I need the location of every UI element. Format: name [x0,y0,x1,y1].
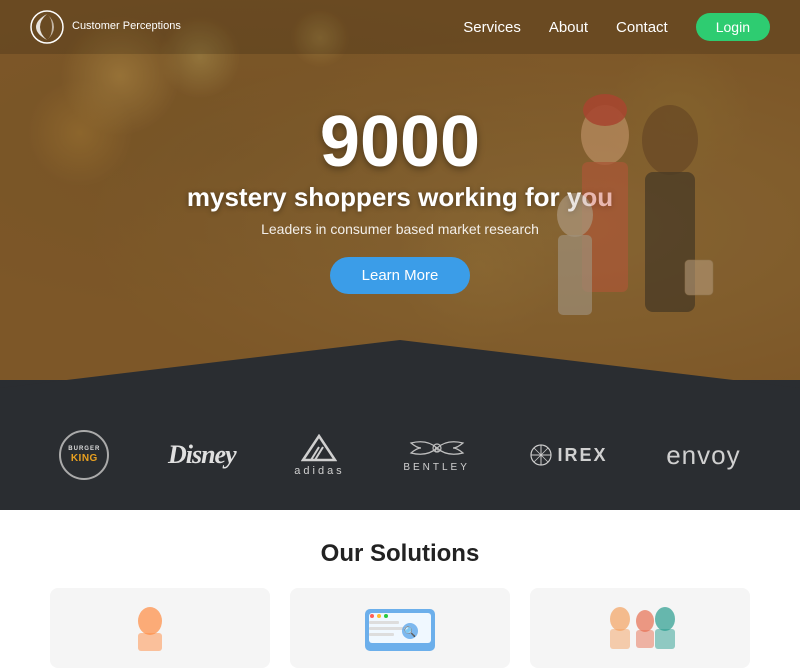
disney-logo: Disney [168,440,236,470]
login-button[interactable]: Login [696,13,770,41]
brand-adidas: adidas [294,434,344,477]
solution-card-1 [50,588,270,668]
nav-services[interactable]: Services [463,19,521,36]
hero-people-illustration [460,60,740,360]
bentley-logo: B BENTLEY [403,437,470,473]
brand-bentley: B BENTLEY [403,437,470,473]
irex-icon [529,443,553,467]
brands-list: BURGER KING Disney adidas [0,430,800,480]
nav-contact[interactable]: Contact [616,19,668,36]
learn-more-button[interactable]: Learn More [330,257,471,294]
bentley-wings-icon: B [407,437,467,459]
envoy-logo: envoy [666,440,740,471]
brand-disney: Disney [168,440,236,470]
solution-card-1-illustration [130,601,190,656]
solution-card-3-illustration [600,601,680,656]
brand-irex: IREX [529,443,608,467]
solution-card-3 [530,588,750,668]
main-nav: Services About Contact Login [463,13,770,41]
solutions-title: Our Solutions [30,540,770,568]
hero-section: 9000 mystery shoppers working for you Le… [0,0,800,380]
irex-logo: IREX [529,443,608,467]
solution-card-2: 🔍 [290,588,510,668]
logo[interactable]: Customer Perceptions [30,10,181,44]
solutions-section: Our Solutions 🔍 [0,510,800,600]
logo-icon [30,10,64,44]
brand-burger-king: BURGER KING [59,430,109,480]
irex-label: IREX [558,445,608,466]
brand-envoy: envoy [666,440,740,471]
adidas-logo: adidas [294,434,344,477]
adidas-label: adidas [294,465,344,477]
logo-text: Customer Perceptions [72,20,181,33]
burger-king-logo: BURGER KING [59,430,109,480]
svg-text:B: B [434,448,439,454]
solutions-cards: 🔍 [30,588,770,668]
solution-card-2-illustration: 🔍 [355,601,445,656]
brands-band: BURGER KING Disney adidas [0,380,800,510]
svg-text:🔍: 🔍 [404,625,416,638]
site-header: Customer Perceptions Services About Cont… [0,0,800,54]
adidas-icon [301,434,337,462]
nav-about[interactable]: About [549,19,588,36]
bentley-label: BENTLEY [403,462,470,473]
